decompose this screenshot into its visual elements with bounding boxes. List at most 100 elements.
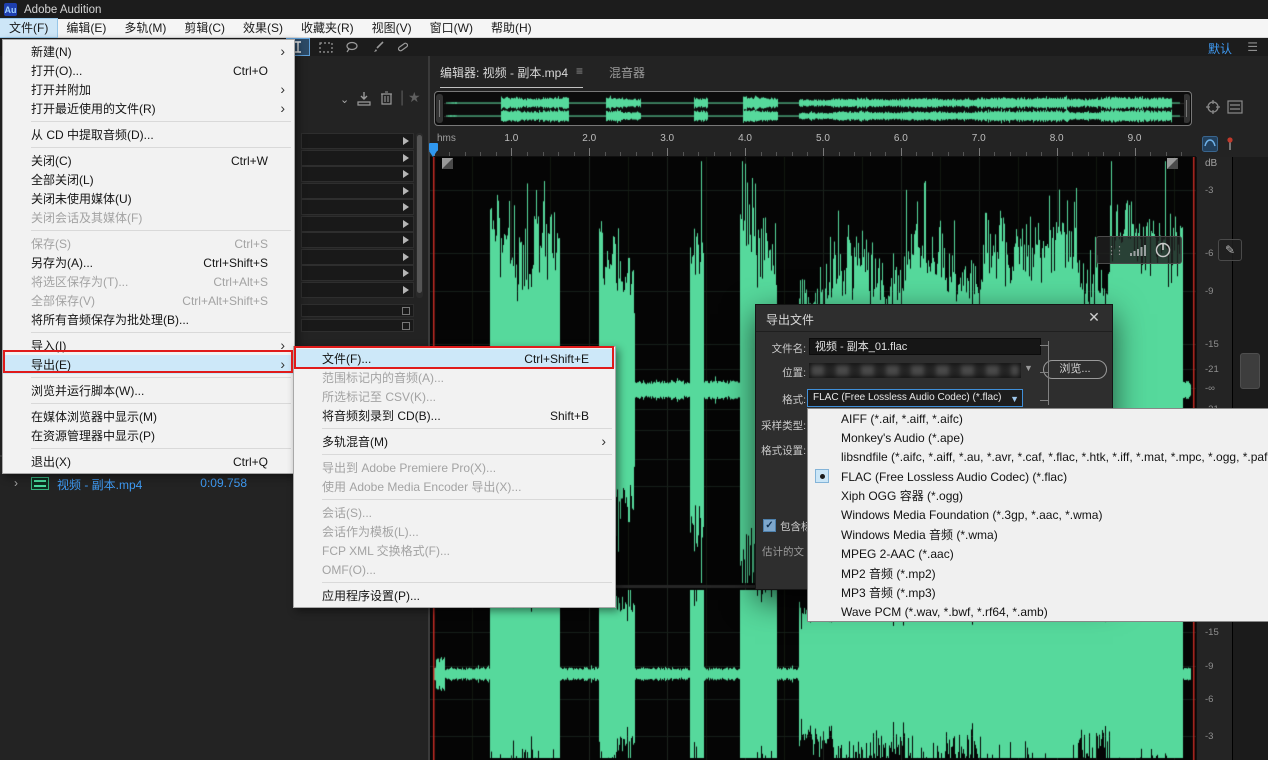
format-option-10[interactable]: Wave PCM (*.wav, *.bwf, *.rf64, *.amb) (808, 602, 1268, 621)
overview-waveform-canvas[interactable] (444, 95, 1184, 124)
timeline-ruler[interactable]: hms 1.0 2.0 3.0 4.0 5.0 6.0 7.0 8.0 9.0 (429, 130, 1196, 157)
paintbrush-selection-tool-icon[interactable] (367, 39, 389, 55)
menubar-item-6[interactable]: 视图(V) (363, 19, 421, 37)
menubar-item-2[interactable]: 多轨(M) (115, 19, 175, 37)
hud-grip-icon[interactable]: ⋮⋮ (1106, 244, 1125, 257)
workspace-menu-icon[interactable]: ☰ (1247, 40, 1258, 54)
format-option-0[interactable]: AIFF (*.aif, *.aiff, *.aifc) (808, 409, 1268, 428)
effects-slot-6[interactable] (301, 232, 414, 248)
vertical-scroll-thumb[interactable] (1240, 353, 1260, 389)
browse-button[interactable]: 浏览... (1043, 360, 1107, 379)
file-menu-item-3[interactable]: 打开最近使用的文件(R) › (3, 99, 294, 118)
format-option-2[interactable]: libsndfile (*.aifc, *.aiff, *.au, *.avr,… (808, 448, 1268, 467)
format-option-6[interactable]: Windows Media 音频 (*.wma) (808, 525, 1268, 544)
filename-input[interactable]: 视频 - 副本_01.flac (809, 338, 1041, 355)
playhead-marker[interactable] (429, 143, 438, 157)
waveform-overview-strip[interactable] (434, 91, 1192, 126)
menubar-item-0[interactable]: 文件(F) (0, 18, 59, 38)
workspace-switcher[interactable]: 默认 (1208, 40, 1232, 57)
file-menu-item-24[interactable]: 在资源管理器中显示(P) (3, 426, 294, 445)
marker-pin-icon[interactable] (1222, 136, 1238, 152)
effects-slot-0[interactable] (301, 133, 414, 149)
range-handle-left[interactable] (436, 94, 443, 123)
file-menu-item-9[interactable]: 关闭未使用媒体(U) (3, 189, 294, 208)
file-menu-item-14[interactable]: 将选区保存为(T)... Ctrl+Alt+S (3, 272, 294, 291)
zoom-to-selection-icon[interactable] (1204, 98, 1222, 116)
file-menu-item-23[interactable]: 在媒体浏览器中显示(M) (3, 407, 294, 426)
file-menu-item-21[interactable]: 浏览并运行脚本(W)... (3, 381, 294, 400)
effects-slot-1[interactable] (301, 149, 414, 166)
export-submenu-item-3[interactable]: 将音频刻录到 CD(B)... Shift+B (294, 406, 615, 425)
effects-slot-7[interactable] (301, 248, 414, 265)
effects-slot-8[interactable] (301, 265, 414, 281)
format-option-3[interactable]: FLAC (Free Lossless Audio Codec) (*.flac… (808, 467, 1268, 486)
menubar-item-1[interactable]: 编辑(E) (57, 19, 115, 37)
file-menu-item-26[interactable]: 退出(X) Ctrl+Q (3, 452, 294, 471)
hud-edit-icon[interactable]: ✎ (1218, 239, 1242, 261)
include-markers-checkbox[interactable]: ✓ (763, 519, 776, 532)
menubar-item-7[interactable]: 窗口(W) (421, 19, 482, 37)
export-submenu-item-11[interactable]: 会话作为模板(L)... (294, 522, 615, 541)
export-submenu-item-1[interactable]: 范围标记内的音频(A)... (294, 368, 615, 387)
file-menu-item-13[interactable]: 另存为(A)... Ctrl+Shift+S (3, 253, 294, 272)
file-menu-item-0[interactable]: 新建(N) › (3, 42, 294, 61)
location-dropdown-icon[interactable]: ▼ (1024, 363, 1033, 373)
effects-output-row[interactable] (301, 319, 414, 332)
format-option-5[interactable]: Windows Media Foundation (*.3gp, *.aac, … (808, 505, 1268, 524)
file-menu-item-2[interactable]: 打开并附加 › (3, 80, 294, 99)
menubar-item-5[interactable]: 收藏夹(R) (292, 19, 363, 37)
file-menu-item-12[interactable]: 保存(S) Ctrl+S (3, 234, 294, 253)
file-menu-item-1[interactable]: 打开(O)... Ctrl+O (3, 61, 294, 80)
menubar-item-8[interactable]: 帮助(H) (482, 19, 541, 37)
format-option-8[interactable]: MP2 音频 (*.mp2) (808, 563, 1268, 582)
effects-input-row[interactable] (301, 304, 414, 317)
file-menu-item-16[interactable]: 将所有音频保存为批处理(B)... (3, 310, 294, 329)
format-option-9[interactable]: MP3 音频 (*.mp3) (808, 583, 1268, 602)
loop-playback-icon[interactable] (1202, 136, 1218, 152)
file-menu-item-15[interactable]: 全部保存(V) Ctrl+Alt+Shift+S (3, 291, 294, 310)
fade-in-handle[interactable] (442, 158, 453, 169)
export-submenu-item-2[interactable]: 所选标记至 CSV(K)... (294, 387, 615, 406)
menubar-item-4[interactable]: 效果(S) (234, 19, 292, 37)
panel-options-icon[interactable] (1226, 98, 1244, 116)
export-submenu-item-12[interactable]: FCP XML 交换格式(F)... (294, 541, 615, 560)
export-submenu-item-8[interactable]: 使用 Adobe Media Encoder 导出(X)... (294, 477, 615, 496)
export-submenu-item-5[interactable]: 多轨混音(M) › (294, 432, 615, 451)
file-menu-item-7[interactable]: 关闭(C) Ctrl+W (3, 151, 294, 170)
export-submenu-item-7[interactable]: 导出到 Adobe Premiere Pro(X)... (294, 458, 615, 477)
fade-out-handle[interactable] (1167, 158, 1178, 169)
spot-healing-brush-tool-icon[interactable] (392, 39, 414, 55)
file-menu-item-10[interactable]: 关闭会话及其媒体(F) (3, 208, 294, 227)
marquee-selection-tool-icon[interactable] (315, 39, 337, 55)
effects-slot-4[interactable] (301, 199, 414, 215)
volume-level-icon[interactable] (1129, 243, 1147, 257)
favorite-star-icon[interactable]: ★ (408, 89, 421, 106)
file-menu-item-5[interactable]: 从 CD 中提取音频(D)... (3, 125, 294, 144)
range-handle-right[interactable] (1183, 94, 1190, 123)
dialog-close-icon[interactable]: ✕ (1085, 309, 1103, 326)
effects-slot-9[interactable] (301, 281, 414, 298)
format-select[interactable]: FLAC (Free Lossless Audio Codec) (*.flac… (807, 389, 1023, 407)
effects-slot-2[interactable] (301, 166, 414, 182)
format-option-1[interactable]: Monkey's Audio (*.ape) (808, 428, 1268, 447)
format-option-7[interactable]: MPEG 2-AAC (*.aac) (808, 544, 1268, 563)
effects-rack-scrollbar[interactable] (416, 133, 423, 298)
menubar-item-3[interactable]: 剪辑(C) (175, 19, 234, 37)
file-menu-item-8[interactable]: 全部关闭(L) (3, 170, 294, 189)
save-preset-icon[interactable] (356, 91, 372, 106)
location-input[interactable] (809, 363, 1021, 378)
delete-preset-icon[interactable] (380, 90, 393, 106)
expand-chevron-icon[interactable]: › (14, 476, 18, 490)
effects-slot-3[interactable] (301, 182, 414, 199)
tab-mixer[interactable]: 混音器 (609, 64, 645, 88)
panel-menu-icon[interactable]: ≡ (576, 64, 583, 81)
format-option-4[interactable]: Xiph OGG 容器 (*.ogg) (808, 486, 1268, 505)
export-submenu-item-13[interactable]: OMF(O)... (294, 560, 615, 579)
lasso-selection-tool-icon[interactable] (341, 39, 363, 55)
power-toggle-icon[interactable] (1154, 241, 1172, 259)
scrollbar-thumb[interactable] (417, 135, 422, 293)
export-submenu-item-10[interactable]: 会话(S)... (294, 503, 615, 522)
tab-editor[interactable]: 编辑器: 视频 - 副本.mp4 ≡ (440, 64, 584, 88)
export-submenu-item-15[interactable]: 应用程序设置(P)... (294, 586, 615, 605)
effects-slot-5[interactable] (301, 215, 414, 232)
